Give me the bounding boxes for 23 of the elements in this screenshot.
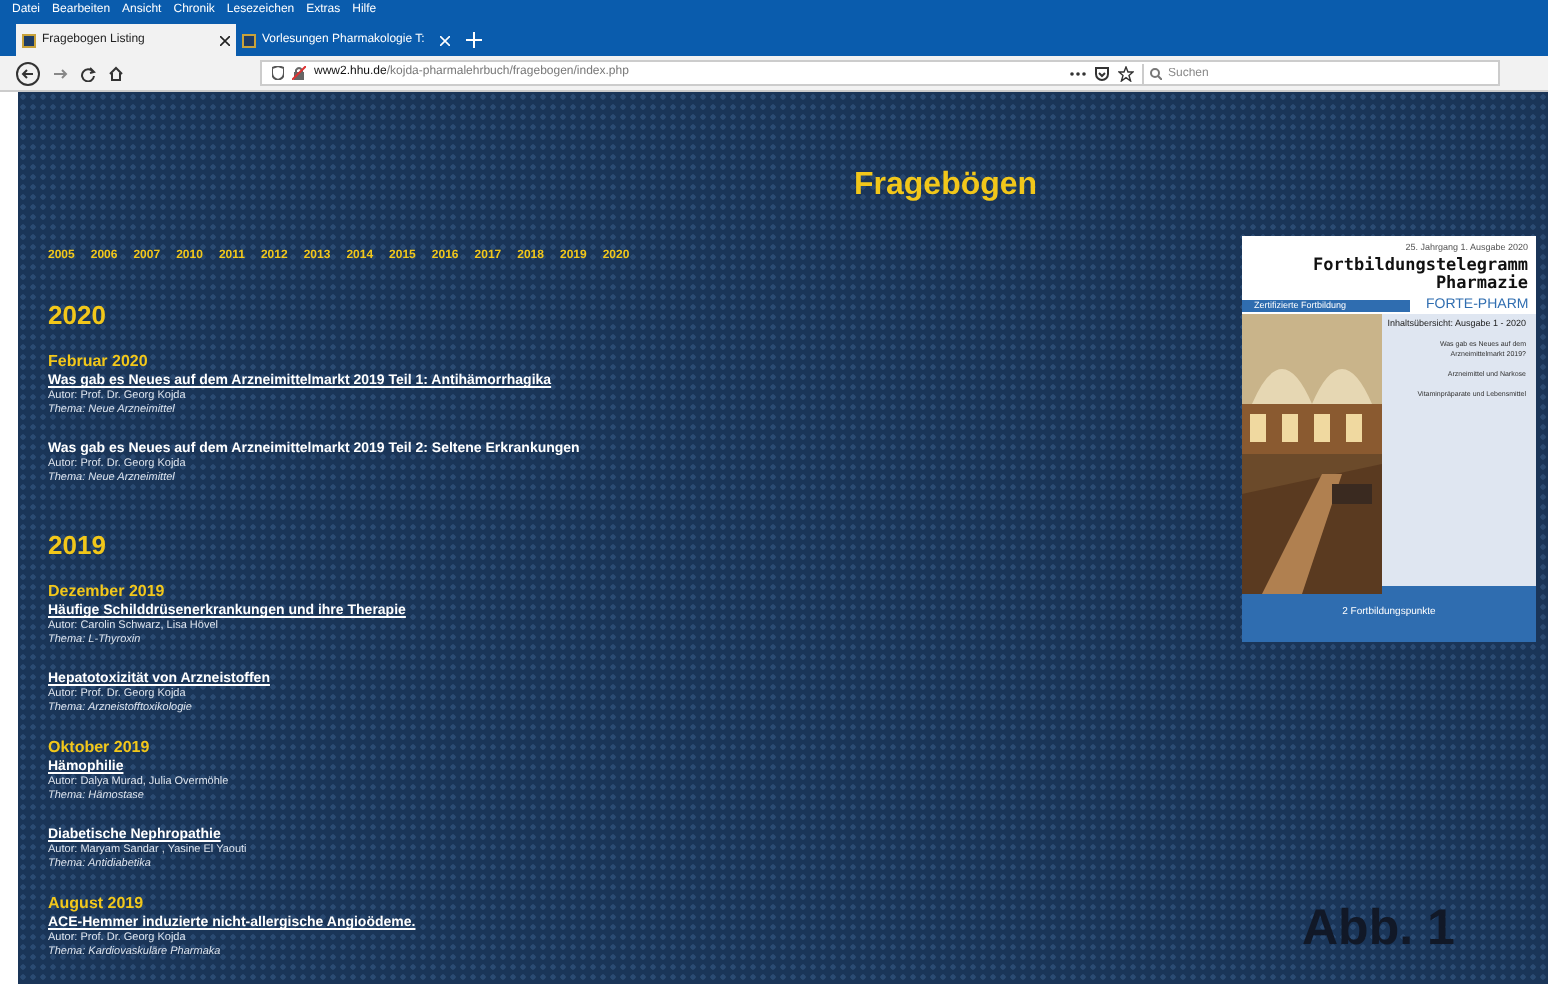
star-icon[interactable] — [1118, 65, 1134, 81]
new-tab-icon[interactable] — [466, 32, 482, 48]
search-icon — [1150, 67, 1162, 79]
page-title: Fragebögen — [854, 168, 1040, 204]
year-heading: 2020 — [48, 300, 108, 330]
forward-icon[interactable] — [52, 65, 68, 81]
cover-title: Fortbildungstelegramm — [1313, 258, 1528, 276]
month-heading: Februar 2020 — [48, 352, 150, 372]
pocket-icon[interactable] — [1094, 65, 1110, 81]
home-icon[interactable] — [108, 65, 124, 81]
reload-icon[interactable] — [80, 65, 96, 81]
cover-title: Pharmazie — [1435, 276, 1528, 294]
shield-icon — [272, 66, 284, 80]
month-heading: Oktober 2019 — [48, 738, 152, 758]
year-heading: 2019 — [48, 530, 108, 560]
back-icon[interactable] — [16, 61, 40, 85]
figure-label: Abb. 1 — [1302, 898, 1455, 958]
favicon-icon — [242, 33, 256, 47]
month-heading: August 2019 — [48, 894, 146, 914]
month-heading: Dezember 2019 — [48, 582, 167, 602]
favicon-icon — [22, 33, 36, 47]
insecure-lock-icon — [292, 66, 306, 80]
close-icon[interactable] — [220, 35, 230, 45]
